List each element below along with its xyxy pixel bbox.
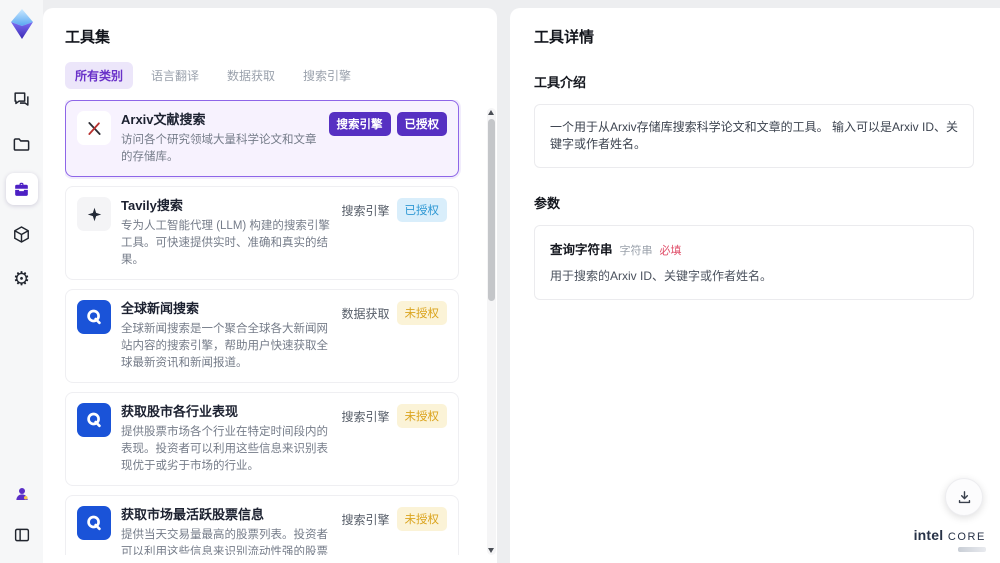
scroll-up-icon[interactable] (488, 110, 494, 115)
detail-panel-title: 工具详情 (534, 29, 595, 46)
icon-sidebar: ⚙ (0, 0, 43, 563)
q-news-icon (77, 300, 111, 334)
tool-list: Arxiv文献搜索 访问各个研究领域大量科学论文和文章的存储库。 搜索引擎 已授… (65, 100, 477, 555)
tool-auth-badge: 未授权 (396, 301, 447, 325)
tool-description: 全球新闻搜索是一个聚合全球各大新闻网站内容的搜索引擎，帮助用户快速获取全球最新资… (121, 323, 328, 369)
arxiv-icon (77, 111, 111, 145)
tool-title: 获取股市各行业表现 (121, 404, 239, 419)
tool-title: 全球新闻搜索 (121, 301, 200, 316)
category-tabs: 所有类别 语言翻译 数据获取 搜索引擎 (65, 62, 477, 89)
intel-wordmark: intel (913, 527, 944, 543)
core-wordmark: CORE (947, 531, 986, 543)
intel-ultra-bar (958, 547, 986, 552)
tool-category-badge: 搜索引擎 (341, 410, 390, 424)
tool-description: 提供当天交易量最高的股票列表。投资者可以利用这些信息来识别流动性强的股票和潜在的… (121, 529, 328, 555)
params-heading: 参数 (534, 196, 561, 211)
tool-card-1[interactable]: Tavily搜索 专为人工智能代理 (LLM) 构建的搜索引擎工具。可快速提供实… (65, 186, 459, 280)
tool-category-badge: 搜索引擎 (328, 112, 391, 136)
scrollbar-thumb[interactable] (488, 119, 495, 301)
parameter-item: 查询字符串 字符串 必填 用于搜索的Arxiv ID、关键字或作者姓名。 (534, 225, 974, 300)
toolbox-icon[interactable] (5, 173, 38, 205)
package-icon[interactable] (6, 218, 38, 250)
scrollbar[interactable] (487, 108, 496, 555)
tool-card-4[interactable]: 获取市场最活跃股票信息 提供当天交易量最高的股票列表。投资者可以利用这些信息来识… (65, 495, 459, 555)
q-news-icon (77, 506, 111, 540)
intro-text: 一个用于从Arxiv存储库搜索科学论文和文章的工具。 输入可以是Arxiv ID… (534, 104, 974, 168)
intel-core-logo: intel CORE (914, 527, 986, 552)
collapse-panel-icon[interactable] (6, 519, 38, 551)
chat-icon[interactable] (6, 83, 38, 115)
scroll-down-icon[interactable] (488, 548, 494, 553)
tab-3[interactable]: 搜索引擎 (293, 62, 361, 89)
settings-gear-icon[interactable]: ⚙ (6, 263, 38, 295)
tool-auth-badge: 未授权 (396, 404, 447, 428)
tool-title: Arxiv文献搜索 (121, 112, 206, 127)
tab-2[interactable]: 数据获取 (217, 62, 285, 89)
q-news-icon (77, 403, 111, 437)
tool-auth-badge: 已授权 (396, 198, 447, 222)
download-icon (958, 490, 970, 503)
download-button[interactable] (945, 478, 983, 516)
app-logo (9, 7, 35, 41)
tool-description: 提供股票市场各个行业在特定时间段内的表现。投资者可以利用这些信息来识别表现优于或… (121, 426, 328, 472)
tool-title: Tavily搜索 (121, 198, 183, 213)
tool-auth-badge: 未授权 (396, 507, 447, 531)
user-avatar[interactable] (6, 478, 38, 510)
sparkle-icon (77, 197, 111, 231)
tool-category-badge: 数据获取 (341, 307, 390, 321)
sidebar-nav: ⚙ (5, 83, 38, 295)
tools-panel: 工具集 所有类别 语言翻译 数据获取 搜索引擎 Arxiv文献搜索 访问各个研究领域大… (43, 8, 497, 563)
tool-auth-badge: 已授权 (396, 112, 447, 136)
tool-detail-panel: 工具详情 工具介绍 一个用于从Arxiv存储库搜索科学论文和文章的工具。 输入可… (510, 8, 1000, 563)
param-required-label: 必填 (659, 245, 682, 257)
param-name: 查询字符串 (550, 243, 613, 257)
tool-category-badge: 搜索引擎 (341, 513, 390, 527)
tools-panel-title: 工具集 (65, 29, 111, 46)
tool-card-3[interactable]: 获取股市各行业表现 提供股票市场各个行业在特定时间段内的表现。投资者可以利用这些… (65, 392, 459, 486)
param-description: 用于搜索的Arxiv ID、关键字或作者姓名。 (550, 269, 773, 283)
tool-title: 获取市场最活跃股票信息 (121, 507, 265, 522)
tool-description: 专为人工智能代理 (LLM) 构建的搜索引擎工具。可快速提供实时、准确和真实的结… (121, 220, 330, 266)
tool-category-badge: 搜索引擎 (341, 204, 390, 218)
folder-icon[interactable] (6, 128, 38, 160)
intro-heading: 工具介绍 (534, 75, 587, 90)
tab-0[interactable]: 所有类别 (65, 62, 134, 89)
tab-1[interactable]: 语言翻译 (141, 62, 209, 89)
tool-card-2[interactable]: 全球新闻搜索 全球新闻搜索是一个聚合全球各大新闻网站内容的搜索引擎，帮助用户快速… (65, 289, 459, 383)
param-type: 字符串 (619, 245, 653, 257)
tool-description: 访问各个研究领域大量科学论文和文章的存储库。 (121, 134, 317, 163)
tool-card-0[interactable]: Arxiv文献搜索 访问各个研究领域大量科学论文和文章的存储库。 搜索引擎 已授… (65, 100, 459, 177)
